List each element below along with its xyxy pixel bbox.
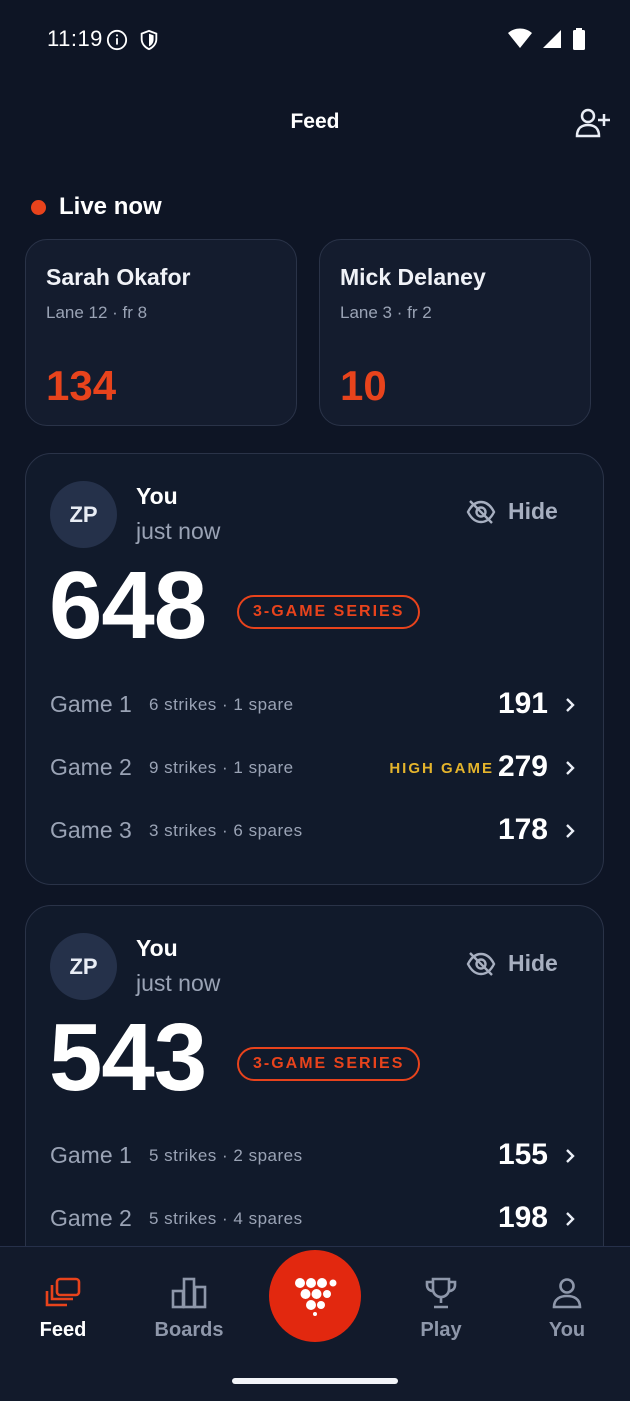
game-detail: 6 strikes · 1 spare	[149, 695, 294, 714]
chevron-right-icon	[566, 761, 575, 775]
info-icon	[106, 29, 128, 51]
page-title: Feed	[290, 110, 340, 133]
add-person-icon	[575, 108, 610, 138]
live-score: 134	[46, 362, 117, 409]
game-score: 279	[497, 750, 548, 783]
high-game-badge: HIGH GAME	[389, 760, 494, 777]
live-bowler-name: Mick Delaney	[340, 264, 486, 290]
avatar: ZP	[50, 481, 117, 548]
leaderboard-icon	[171, 1277, 207, 1309]
home-indicator[interactable]	[232, 1378, 398, 1384]
bowling-pins-icon	[295, 1278, 337, 1316]
series-badge: 3-GAME SERIES	[237, 595, 421, 629]
series-score: 543	[49, 1004, 207, 1111]
nav-you[interactable]: You	[504, 1273, 630, 1342]
feed-icon	[45, 1277, 81, 1307]
live-card[interactable]: Mick Delaney Lane 3 · fr 2 10	[319, 239, 591, 426]
nav-feed[interactable]: Feed	[0, 1273, 126, 1342]
chevron-right-icon	[566, 1149, 575, 1163]
live-lane-frame: Lane 12 · fr 8	[46, 303, 148, 322]
shield-icon	[140, 29, 158, 51]
nav-boards-label: Boards	[154, 1319, 224, 1341]
chevron-right-icon	[566, 1212, 575, 1226]
cell-signal-icon	[543, 30, 561, 48]
series-badge: 3-GAME SERIES	[237, 1047, 421, 1081]
add-friend-button[interactable]	[574, 104, 612, 142]
eye-off-icon	[466, 499, 496, 524]
live-indicator-dot	[31, 200, 46, 215]
wifi-icon	[508, 28, 532, 48]
game-label: Game 1	[50, 1142, 132, 1168]
eye-off-icon	[466, 951, 496, 976]
game-score: 155	[497, 1138, 548, 1171]
trophy-icon	[425, 1277, 457, 1309]
game-label: Game 1	[50, 691, 132, 717]
live-now-label: Live now	[59, 193, 162, 220]
start-game-button[interactable]	[269, 1250, 361, 1342]
game-score: 178	[497, 813, 548, 846]
status-icons-right	[508, 28, 586, 50]
post-author: You	[136, 935, 178, 961]
hide-button[interactable]: Hide	[466, 498, 558, 525]
game-score: 191	[497, 687, 548, 720]
game-label: Game 3	[50, 817, 132, 843]
post-time: just now	[136, 970, 221, 996]
person-icon	[552, 1278, 582, 1309]
series-card[interactable]: ZP You just now Hide 648 3-GAME SERIES G…	[25, 453, 604, 885]
series-score: 648	[49, 552, 207, 659]
chevron-right-icon	[566, 824, 575, 838]
nav-boards[interactable]: Boards	[126, 1273, 252, 1342]
hide-label: Hide	[508, 498, 558, 524]
game-row[interactable]: Game 2 5 strikes · 4 spares 198	[50, 1199, 580, 1239]
avatar: ZP	[50, 933, 117, 1000]
game-row[interactable]: Game 2 9 strikes · 1 spare HIGH GAME 279	[50, 748, 580, 788]
game-label: Game 2	[50, 754, 132, 780]
game-detail: 5 strikes · 4 spares	[149, 1209, 303, 1228]
post-time: just now	[136, 518, 221, 544]
game-row[interactable]: Game 1 5 strikes · 2 spares 155	[50, 1136, 580, 1176]
live-score: 10	[340, 362, 387, 409]
game-detail: 9 strikes · 1 spare	[149, 758, 294, 777]
hide-button[interactable]: Hide	[466, 950, 558, 977]
status-time: 11:19	[47, 26, 103, 51]
chevron-right-icon	[566, 698, 575, 712]
game-detail: 5 strikes · 2 spares	[149, 1146, 303, 1165]
game-row[interactable]: Game 1 6 strikes · 1 spare 191	[50, 685, 580, 725]
live-bowler-name: Sarah Okafor	[46, 264, 191, 290]
game-score: 198	[497, 1201, 548, 1234]
hide-label: Hide	[508, 950, 558, 976]
nav-you-label: You	[548, 1319, 586, 1341]
post-author: You	[136, 483, 178, 509]
live-card[interactable]: Sarah Okafor Lane 12 · fr 8 134	[25, 239, 297, 426]
game-row[interactable]: Game 3 3 strikes · 6 spares 178	[50, 811, 580, 851]
nav-play[interactable]: Play	[378, 1273, 504, 1342]
game-detail: 3 strikes · 6 spares	[149, 821, 303, 840]
status-icons-left	[106, 29, 160, 51]
nav-play-label: Play	[420, 1319, 462, 1341]
nav-feed-label: Feed	[39, 1319, 87, 1341]
live-lane-frame: Lane 3 · fr 2	[340, 303, 432, 322]
battery-icon	[573, 28, 585, 50]
game-label: Game 2	[50, 1205, 132, 1231]
